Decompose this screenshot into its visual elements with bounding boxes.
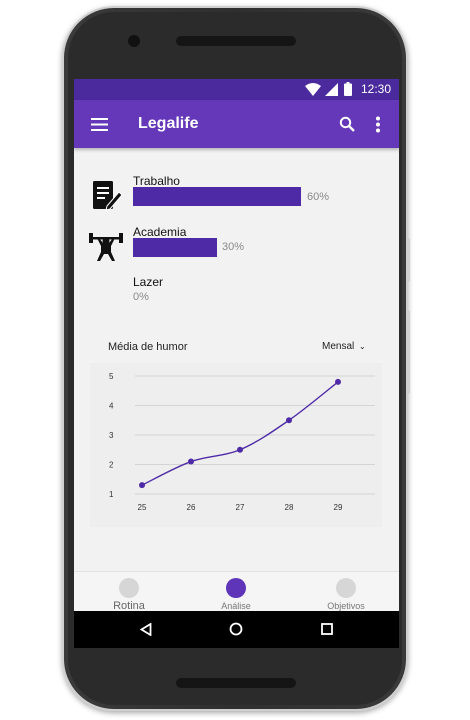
power-button bbox=[406, 310, 410, 394]
y-tick-label: 5 bbox=[109, 372, 114, 381]
weightlifter-icon bbox=[88, 230, 124, 262]
y-tick-label: 1 bbox=[109, 490, 114, 499]
recents-icon[interactable] bbox=[321, 623, 333, 635]
data-point[interactable] bbox=[188, 458, 194, 465]
y-tick-label: 4 bbox=[109, 402, 114, 411]
app-title: Legalife bbox=[138, 115, 199, 132]
nav-label-analise: Análise bbox=[221, 601, 251, 611]
system-navigation-bar bbox=[74, 611, 399, 648]
category-percent-academia: 30% bbox=[222, 241, 245, 253]
data-point[interactable] bbox=[286, 417, 292, 424]
x-tick-label: 27 bbox=[236, 503, 245, 512]
category-percent-trabalho: 60% bbox=[307, 191, 330, 203]
category-bar-academia bbox=[133, 238, 217, 257]
bottom-speaker bbox=[176, 678, 296, 688]
category-bar-trabalho bbox=[133, 187, 301, 206]
mood-chart-card: 1 2 3 4 5 25 26 27 28 29 bbox=[90, 363, 382, 527]
status-bar: 12:30 bbox=[74, 79, 399, 100]
x-tick-label: 25 bbox=[138, 503, 147, 512]
category-label-academia: Academia bbox=[133, 225, 187, 239]
period-dropdown-label: Mensal bbox=[322, 341, 355, 352]
document-edit-icon bbox=[90, 179, 124, 213]
series-line bbox=[141, 381, 339, 486]
nav-item-rotina[interactable]: Rotina bbox=[89, 572, 169, 612]
category-percent-lazer: 0% bbox=[133, 291, 149, 303]
wifi-icon bbox=[305, 83, 321, 96]
app-bar: Legalife bbox=[74, 100, 399, 148]
rotina-icon bbox=[119, 578, 139, 598]
app-screen: 12:30 Legalife Trabalho 60% Academia 30%… bbox=[74, 79, 399, 648]
more-vert-icon[interactable] bbox=[375, 116, 381, 133]
category-label-lazer: Lazer bbox=[133, 275, 164, 289]
bottom-navigation: Rotina Análise Objetivos bbox=[74, 571, 399, 612]
category-label-trabalho: Trabalho bbox=[133, 174, 180, 188]
x-tick-label: 26 bbox=[187, 503, 196, 512]
home-icon[interactable] bbox=[229, 622, 243, 636]
hamburger-icon[interactable] bbox=[91, 118, 108, 131]
signal-icon bbox=[325, 83, 338, 96]
x-tick-label: 28 bbox=[285, 503, 294, 512]
x-tick-label: 29 bbox=[334, 503, 343, 512]
data-point[interactable] bbox=[139, 482, 145, 489]
mood-line-chart: 1 2 3 4 5 25 26 27 28 29 bbox=[109, 372, 375, 512]
data-point[interactable] bbox=[237, 446, 243, 453]
back-icon[interactable] bbox=[140, 623, 152, 636]
front-camera bbox=[128, 35, 140, 47]
data-point[interactable] bbox=[335, 378, 341, 385]
top-speaker bbox=[176, 36, 296, 46]
objetivos-icon bbox=[336, 578, 356, 598]
nav-label-objetivos: Objetivos bbox=[327, 601, 365, 611]
search-icon[interactable] bbox=[339, 116, 355, 132]
status-time: 12:30 bbox=[360, 82, 391, 96]
chart-title: Média de humor bbox=[108, 341, 188, 353]
analise-icon bbox=[226, 578, 246, 598]
nav-item-analise[interactable]: Análise bbox=[196, 572, 276, 612]
y-tick-label: 3 bbox=[109, 431, 114, 440]
battery-icon bbox=[344, 82, 352, 96]
y-tick-label: 2 bbox=[109, 461, 114, 470]
chevron-down-icon: ⌄ bbox=[359, 342, 366, 351]
volume-button bbox=[406, 238, 410, 282]
nav-item-objetivos[interactable]: Objetivos bbox=[303, 572, 383, 612]
period-dropdown[interactable]: Mensal ⌄ bbox=[322, 341, 366, 352]
